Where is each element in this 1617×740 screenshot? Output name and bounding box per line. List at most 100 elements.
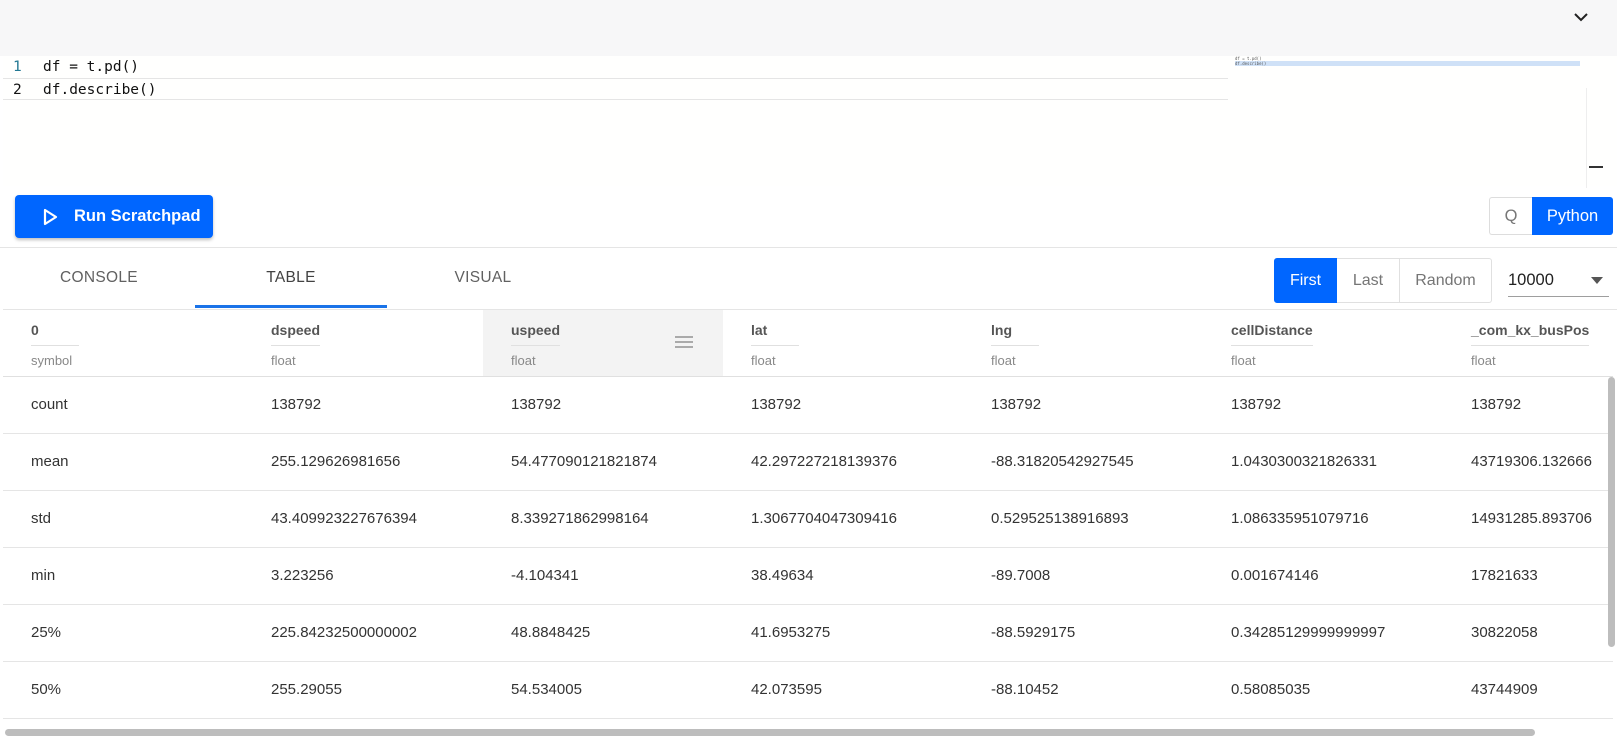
- table-cell: 255.29055: [271, 681, 342, 698]
- table-cell: 42.073595: [751, 681, 822, 698]
- table-cell: count: [31, 396, 68, 413]
- table-cell: 138792: [1471, 396, 1522, 413]
- table-cell: 41.6953275: [751, 624, 831, 641]
- tab-console[interactable]: CONSOLE: [3, 248, 195, 308]
- column-name: lng: [991, 322, 1039, 346]
- language-q-button[interactable]: Q: [1489, 197, 1532, 235]
- table-cell: 1.0430300321826331: [1231, 453, 1377, 470]
- column-name: cellDistance: [1231, 322, 1313, 346]
- language-python-button[interactable]: Python: [1532, 197, 1613, 235]
- minimap-highlight: [1235, 61, 1580, 66]
- column-type: float: [1231, 353, 1256, 368]
- table-row[interactable]: 25% 225.84232500000002 48.8848425 41.695…: [3, 605, 1613, 662]
- column-header[interactable]: uspeed float: [483, 310, 723, 376]
- play-icon: [43, 208, 58, 225]
- minimap-line: df.describe(): [1235, 61, 1267, 66]
- table-row[interactable]: mean 255.129626981656 54.477090121821874…: [3, 434, 1613, 491]
- table-cell: 25%: [31, 624, 62, 641]
- last-button[interactable]: Last: [1337, 258, 1400, 303]
- table-cell: -89.7008: [991, 567, 1051, 584]
- table-cell: -88.10452: [991, 681, 1059, 698]
- table-cell: 48.8848425: [511, 624, 591, 641]
- code-line[interactable]: 1 df = t.pd(): [3, 56, 1228, 78]
- table-cell: 138792: [511, 396, 562, 413]
- table-cell: 1.086335951079716: [1231, 510, 1369, 527]
- table-cell: 255.129626981656: [271, 453, 401, 470]
- caret-down-icon: [1591, 277, 1603, 284]
- vertical-scrollbar[interactable]: [1608, 377, 1615, 647]
- table-cell: std: [31, 510, 52, 527]
- row-count-value: 10000: [1508, 271, 1554, 289]
- random-button[interactable]: Random: [1400, 258, 1492, 303]
- table-row[interactable]: count 138792 138792 138792 138792 138792…: [3, 377, 1613, 434]
- column-type: symbol: [31, 353, 73, 368]
- editor-scrollbar[interactable]: [1586, 88, 1603, 188]
- column-type: float: [511, 353, 536, 368]
- table-cell: 138792: [991, 396, 1042, 413]
- column-type: float: [1471, 353, 1496, 368]
- table-cell: -88.5929175: [991, 624, 1076, 641]
- table-cell: 50%: [31, 681, 62, 698]
- table-cell: 3.223256: [271, 567, 334, 584]
- table-row[interactable]: 50% 255.29055 54.534005 42.073595 -88.10…: [3, 662, 1613, 719]
- table-cell: min: [31, 567, 56, 584]
- top-bar: [0, 0, 1617, 56]
- scroll-marker: [1589, 166, 1603, 168]
- code-text[interactable]: df.describe(): [43, 79, 157, 101]
- table-cell: 0.34285129999999997: [1231, 624, 1386, 641]
- line-number: 2: [13, 82, 22, 98]
- run-scratchpad-button[interactable]: Run Scratchpad: [15, 195, 213, 238]
- horizontal-scrollbar[interactable]: [5, 729, 1535, 736]
- column-type: float: [991, 353, 1016, 368]
- table-cell: 30822058: [1471, 624, 1538, 641]
- table-cell: 1.3067704047309416: [751, 510, 897, 527]
- code-text[interactable]: df = t.pd(): [43, 56, 139, 78]
- column-name: dspeed: [271, 322, 321, 346]
- run-button-label: Run Scratchpad: [74, 207, 201, 225]
- column-header[interactable]: 0 symbol: [3, 310, 198, 376]
- line-number: 1: [13, 59, 22, 75]
- table-cell: 54.477090121821874: [511, 453, 657, 470]
- table-cell: 42.297227218139376: [751, 453, 897, 470]
- table-cell: 138792: [271, 396, 322, 413]
- active-tab-indicator: [195, 305, 387, 308]
- table-cell: 14931285.893706: [1471, 510, 1592, 527]
- column-type: float: [751, 353, 776, 368]
- column-name: uspeed: [511, 322, 561, 346]
- column-name: 0: [31, 322, 79, 346]
- table-row[interactable]: min 3.223256 -4.104341 38.49634 -89.7008…: [3, 548, 1613, 605]
- table-cell: 8.339271862998164: [511, 510, 649, 527]
- first-button[interactable]: First: [1274, 258, 1337, 303]
- table-row[interactable]: std 43.409923227676394 8.339271862998164…: [3, 491, 1613, 548]
- chevron-down-icon[interactable]: [1571, 7, 1591, 27]
- column-header[interactable]: lng float: [963, 310, 1203, 376]
- table-cell: 43744909: [1471, 681, 1538, 698]
- tab-visual[interactable]: VISUAL: [387, 248, 579, 308]
- table-cell: 0.58085035: [1231, 681, 1311, 698]
- code-line-active[interactable]: 2 df.describe(): [3, 78, 1228, 100]
- table-cell: -4.104341: [511, 567, 579, 584]
- column-header[interactable]: dspeed float: [243, 310, 483, 376]
- table-cell: 138792: [751, 396, 802, 413]
- table-cell: 43.409923227676394: [271, 510, 417, 527]
- table-cell: 38.49634: [751, 567, 814, 584]
- table-cell: 0.001674146: [1231, 567, 1319, 584]
- table-cell: 54.534005: [511, 681, 582, 698]
- column-header[interactable]: lat float: [723, 310, 963, 376]
- row-count-select[interactable]: 10000: [1508, 265, 1609, 297]
- table-cell: -88.31820542927545: [991, 453, 1134, 470]
- column-header[interactable]: _com_kx_busPos float: [1443, 310, 1613, 376]
- column-menu-icon[interactable]: [675, 336, 693, 348]
- column-name: lat: [751, 322, 799, 346]
- data-grid[interactable]: 0 symbol dspeed float uspeed float lat f…: [3, 310, 1613, 730]
- table-cell: mean: [31, 453, 69, 470]
- editor-minimap[interactable]: df = t.pd() df.describe(): [1235, 56, 1580, 186]
- column-type: float: [271, 353, 296, 368]
- table-cell: 138792: [1231, 396, 1282, 413]
- table-cell: 0.529525138916893: [991, 510, 1129, 527]
- table-cell: 43719306.132666: [1471, 453, 1592, 470]
- code-editor[interactable]: 1 df = t.pd() 2 df.describe() df = t.pd(…: [3, 56, 1617, 188]
- column-header[interactable]: cellDistance float: [1203, 310, 1443, 376]
- table-cell: 17821633: [1471, 567, 1538, 584]
- tab-table[interactable]: TABLE: [195, 248, 387, 308]
